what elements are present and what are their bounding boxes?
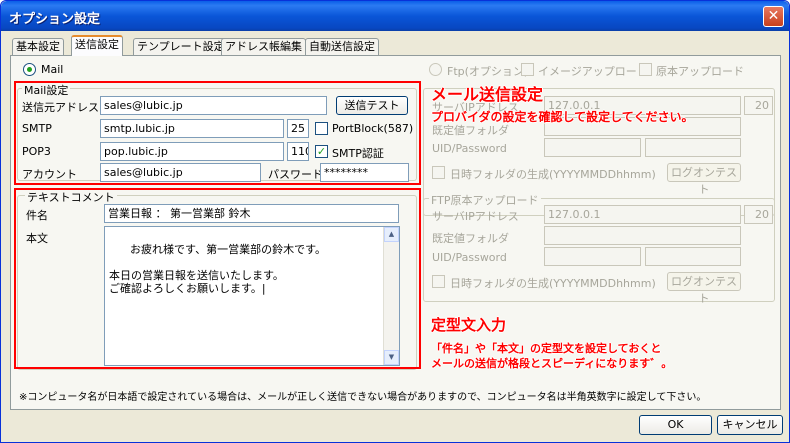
password-input[interactable]: ******** — [320, 163, 409, 182]
ftp-original-port-input[interactable]: 20 — [744, 205, 773, 224]
ftp-image-password-input[interactable] — [645, 138, 741, 157]
window-title: オプション設定 — [9, 12, 101, 27]
ftp-image-uid-input[interactable] — [544, 138, 641, 157]
mail-settings-annotation-heading: メール送信設定 — [431, 85, 544, 104]
close-button[interactable]: ✕ — [763, 6, 784, 27]
pop3-port-input[interactable]: 110 — [287, 142, 309, 161]
password-label: パスワード — [268, 168, 323, 181]
footer-note: ※コンピュータ名が日本語で設定されている場合は、メールが正しく送信できない場合が… — [19, 392, 707, 403]
pop3-label: POP3 — [22, 145, 51, 158]
template-annotation-heading: 定型文入力 — [431, 316, 507, 334]
subject-input[interactable]: 営業日報 ： 第一営業部 鈴木 — [104, 204, 399, 223]
ftp-image-port-input[interactable]: 20 — [744, 96, 773, 115]
body-scrollbar[interactable]: ▲ ▼ — [383, 227, 399, 365]
ftp-original-server-input[interactable]: 127.0.0.1 — [544, 205, 741, 224]
ok-button[interactable]: OK — [639, 415, 712, 435]
original-upload-checkbox[interactable] — [639, 63, 652, 76]
send-test-button[interactable]: 送信テスト — [336, 96, 408, 115]
template-annotation-note-2: メールの送信が格段とスピーディになります゛。 — [431, 357, 673, 370]
tab-auto-send[interactable]: 自動送信設定 — [305, 38, 379, 55]
sender-address-input[interactable]: sales@lubic.jp — [100, 96, 327, 115]
ftp-image-date-folder-label: 日時フォルダの生成(YYYYMMDDhhmm) — [450, 168, 656, 181]
image-upload-checkbox[interactable] — [521, 63, 534, 76]
smtp-auth-label: SMTP認証 — [332, 147, 384, 160]
smtp-server-input[interactable]: smtp.lubic.jp — [100, 119, 284, 138]
ftp-image-logon-test-button[interactable]: ログオンテスト — [667, 163, 741, 196]
tab-template-settings[interactable]: テンプレート設定 — [133, 38, 229, 55]
ftp-original-server-label: サーバIPアドレス — [432, 210, 519, 223]
subject-label: 件名 — [26, 209, 48, 222]
options-dialog: オプション設定 ✕ 基本設定 送信設定 テンプレート設定 アドレス帳編集 自動送… — [0, 0, 790, 443]
ftp-original-title: FTP原本アップロード — [429, 192, 541, 208]
tab-send-settings[interactable]: 送信設定 — [71, 35, 123, 56]
ftp-image-date-folder-checkbox[interactable] — [432, 166, 445, 179]
ftp-original-date-folder-checkbox[interactable] — [432, 275, 445, 288]
ftp-image-uid-label: UID/Password — [432, 142, 507, 155]
mail-radio[interactable] — [23, 63, 36, 76]
radio-selected-dot — [27, 67, 32, 72]
cancel-button[interactable]: キャンセル — [717, 415, 783, 435]
mail-radio-label: Mail — [41, 63, 64, 76]
ftp-original-logon-test-button[interactable]: ログオンテスト — [667, 272, 741, 305]
smtp-label: SMTP — [22, 122, 52, 135]
tab-panel: Mail Ftp(オプション) イメージアップロード 原本アップロード Mail… — [10, 55, 781, 410]
ftp-original-uid-label: UID/Password — [432, 251, 507, 264]
ftp-original-password-input[interactable] — [645, 247, 741, 266]
original-upload-label: 原本アップロード — [656, 65, 744, 78]
body-text: お疲れ様です、第一営業部の鈴木です。 本日の営業日報を送信いたします。 ご確認よ… — [109, 243, 327, 295]
tab-basic-settings[interactable]: 基本設定 — [12, 38, 64, 55]
body-label: 本文 — [26, 232, 48, 245]
account-input[interactable]: sales@lubic.jp — [100, 163, 261, 182]
body-textarea[interactable]: お疲れ様です、第一営業部の鈴木です。 本日の営業日報を送信いたします。 ご確認よ… — [104, 226, 400, 366]
title-bar[interactable]: オプション設定 ✕ — [1, 1, 789, 31]
portblock-label: PortBlock(587) — [332, 122, 414, 135]
mail-settings-annotation-note: プロバイダの設定を確認して設定してください。 — [431, 110, 694, 124]
image-upload-label: イメージアップロード — [538, 65, 648, 78]
pop3-server-input[interactable]: pop.lubic.jp — [100, 142, 284, 161]
smtp-port-input[interactable]: 25 — [287, 119, 309, 138]
template-annotation-note-1: 「件名」や「本文」の定型文を設定しておくと — [431, 342, 662, 355]
ftp-original-folder-label: 既定値フォルダ — [432, 232, 509, 245]
scroll-down-icon[interactable]: ▼ — [384, 350, 399, 365]
ftp-radio[interactable] — [429, 63, 442, 76]
ftp-original-date-folder-label: 日時フォルダの生成(YYYYMMDDhhmm) — [450, 277, 656, 290]
sender-address-label: 送信元アドレス — [22, 101, 99, 114]
account-label: アカウント — [22, 168, 77, 181]
ftp-original-uid-input[interactable] — [544, 247, 641, 266]
portblock-checkbox[interactable] — [315, 122, 328, 135]
scroll-up-icon[interactable]: ▲ — [384, 227, 399, 242]
ftp-original-folder-input[interactable] — [544, 226, 741, 245]
ftp-radio-label: Ftp(オプション) — [447, 65, 529, 78]
smtp-auth-checkbox[interactable]: ✓ — [315, 145, 328, 158]
tab-address-book[interactable]: アドレス帳編集 — [221, 38, 306, 55]
